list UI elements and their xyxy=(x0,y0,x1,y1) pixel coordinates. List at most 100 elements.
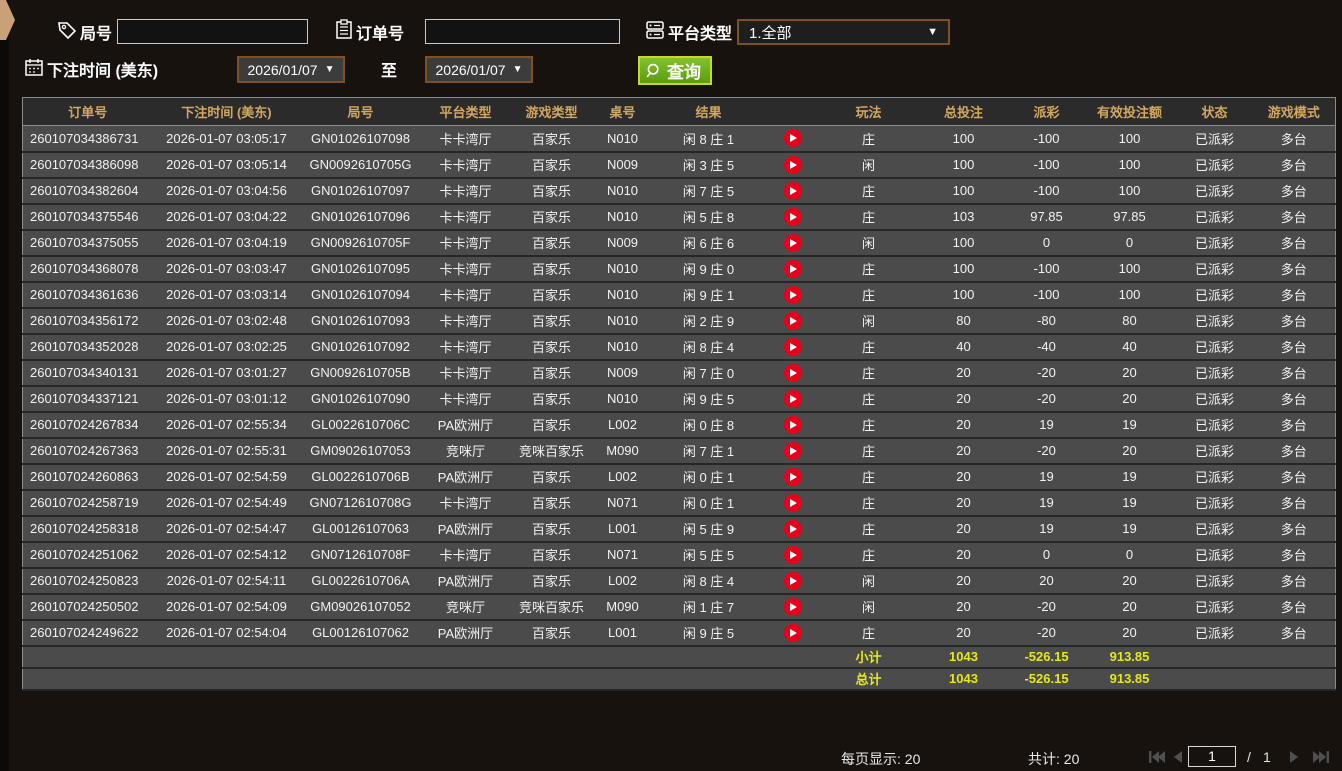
cell-mode: 多台 xyxy=(1252,255,1336,283)
cell-play_type: 庄 xyxy=(820,619,917,647)
col-header-result: 结果 xyxy=(652,97,765,126)
cell-payout: -20 xyxy=(1010,385,1083,413)
date-from-select[interactable]: 2026/01/07 ▼ xyxy=(237,56,345,83)
play-video-button[interactable] xyxy=(783,233,802,252)
cell-play_type: 庄 xyxy=(820,437,917,465)
table-row: 260107024267834 2026-01-07 02:55:34 GL0022… xyxy=(22,411,1336,439)
cell-payout: 97.85 xyxy=(1010,203,1083,231)
cell-play_type: 庄 xyxy=(820,125,917,153)
cell-game_type: 百家乐 xyxy=(510,619,593,647)
play-video-button[interactable] xyxy=(783,441,802,460)
cell-status: 已派彩 xyxy=(1176,177,1253,205)
cell-platform: 卡卡湾厅 xyxy=(420,541,511,569)
cell-bet: 20 xyxy=(916,385,1011,413)
cell-game_no: GL0022610706A xyxy=(300,567,421,595)
next-page-button[interactable] xyxy=(1288,750,1300,764)
cell-play xyxy=(764,619,821,647)
cell-game_type: 百家乐 xyxy=(510,385,593,413)
cell-result: 闲 0 庄 8 xyxy=(652,411,765,439)
play-video-button[interactable] xyxy=(783,415,802,434)
subtotal-row-cell-game_no xyxy=(300,645,421,669)
play-video-button[interactable] xyxy=(783,467,802,486)
cell-time: 2026-01-07 02:54:47 xyxy=(152,515,301,543)
play-video-button[interactable] xyxy=(783,259,802,278)
cell-table_no: N009 xyxy=(592,151,653,179)
cell-game_type: 百家乐 xyxy=(510,567,593,595)
play-video-button[interactable] xyxy=(783,337,802,356)
cell-play_type: 庄 xyxy=(820,177,917,205)
cell-status: 已派彩 xyxy=(1176,437,1253,465)
cell-mode: 多台 xyxy=(1252,619,1336,647)
cell-play xyxy=(764,203,821,231)
per-page-label: 每页显示: 20 xyxy=(841,751,921,767)
play-video-button[interactable] xyxy=(783,623,802,642)
cell-order: 260107024251062 xyxy=(22,541,153,569)
cell-bet: 20 xyxy=(916,359,1011,387)
cell-bet: 20 xyxy=(916,567,1011,595)
cell-payout: -20 xyxy=(1010,619,1083,647)
platform-type-select[interactable]: 1.全部 ▼ xyxy=(737,19,950,45)
play-video-button[interactable] xyxy=(783,389,802,408)
table-row: 260107024267363 2026-01-07 02:55:31 GM0902… xyxy=(22,437,1336,465)
play-video-button[interactable] xyxy=(783,493,802,512)
play-video-button[interactable] xyxy=(783,311,802,330)
col-header-bet: 总投注 xyxy=(916,97,1011,126)
cell-bet: 100 xyxy=(916,281,1011,309)
cell-game_type: 百家乐 xyxy=(510,463,593,491)
cell-platform: PA欧洲厅 xyxy=(420,463,511,491)
order-no-label: 订单号 xyxy=(356,26,405,43)
cell-bet: 40 xyxy=(916,333,1011,361)
cell-play xyxy=(764,593,821,621)
cell-result: 闲 6 庄 6 xyxy=(652,229,765,257)
game-no-input[interactable] xyxy=(117,19,308,44)
cell-play_type: 闲 xyxy=(820,229,917,257)
cell-game_no: GN01026107090 xyxy=(300,385,421,413)
play-video-button[interactable] xyxy=(783,129,802,148)
cell-time: 2026-01-07 03:04:56 xyxy=(152,177,301,205)
cell-game_type: 百家乐 xyxy=(510,411,593,439)
cell-time: 2026-01-07 03:01:27 xyxy=(152,359,301,387)
play-video-button[interactable] xyxy=(783,545,802,564)
cell-mode: 多台 xyxy=(1252,333,1336,361)
cell-game_no: GN01026107095 xyxy=(300,255,421,283)
cell-valid: 20 xyxy=(1082,619,1177,647)
cell-status: 已派彩 xyxy=(1176,463,1253,491)
cell-game_type: 百家乐 xyxy=(510,515,593,543)
cell-table_no: N010 xyxy=(592,333,653,361)
last-page-button[interactable] xyxy=(1312,750,1330,764)
first-page-button[interactable] xyxy=(1148,750,1166,764)
cell-play_type: 闲 xyxy=(820,567,917,595)
date-to-select[interactable]: 2026/01/07 ▼ xyxy=(425,56,533,83)
cell-order: 260107024267834 xyxy=(22,411,153,439)
play-video-button[interactable] xyxy=(783,597,802,616)
play-video-button[interactable] xyxy=(783,571,802,590)
cell-platform: 卡卡湾厅 xyxy=(420,489,511,517)
cell-status: 已派彩 xyxy=(1176,489,1253,517)
table-row: 260107024260863 2026-01-07 02:54:59 GL0022… xyxy=(22,463,1336,491)
page-number-input[interactable]: 1 xyxy=(1188,746,1236,767)
cell-valid: 20 xyxy=(1082,567,1177,595)
play-video-button[interactable] xyxy=(783,519,802,538)
order-no-input[interactable] xyxy=(425,19,620,44)
cell-valid: 100 xyxy=(1082,281,1177,309)
table-row: 260107034340131 2026-01-07 03:01:27 GN0092… xyxy=(22,359,1336,387)
cell-mode: 多台 xyxy=(1252,489,1336,517)
cell-play_type: 庄 xyxy=(820,385,917,413)
cell-game_no: GL0022610706C xyxy=(300,411,421,439)
play-video-button[interactable] xyxy=(783,207,802,226)
play-video-button[interactable] xyxy=(783,181,802,200)
search-button[interactable]: 查询 xyxy=(638,56,712,85)
cell-game_type: 百家乐 xyxy=(510,333,593,361)
play-video-button[interactable] xyxy=(783,155,802,174)
cell-status: 已派彩 xyxy=(1176,151,1253,179)
total-row-cell-bet: 1043 xyxy=(916,667,1011,691)
prev-page-button[interactable] xyxy=(1172,750,1184,764)
col-header-status: 状态 xyxy=(1176,97,1253,126)
play-video-button[interactable] xyxy=(783,363,802,382)
subtotal-row-cell-time xyxy=(152,645,301,669)
cell-game_type: 百家乐 xyxy=(510,203,593,231)
pagination-bar: 每页显示: 20 共计: 20 1 / 1 xyxy=(0,744,1342,771)
play-video-button[interactable] xyxy=(783,285,802,304)
cell-result: 闲 7 庄 1 xyxy=(652,437,765,465)
sidebar-expand-handle[interactable] xyxy=(0,0,15,40)
